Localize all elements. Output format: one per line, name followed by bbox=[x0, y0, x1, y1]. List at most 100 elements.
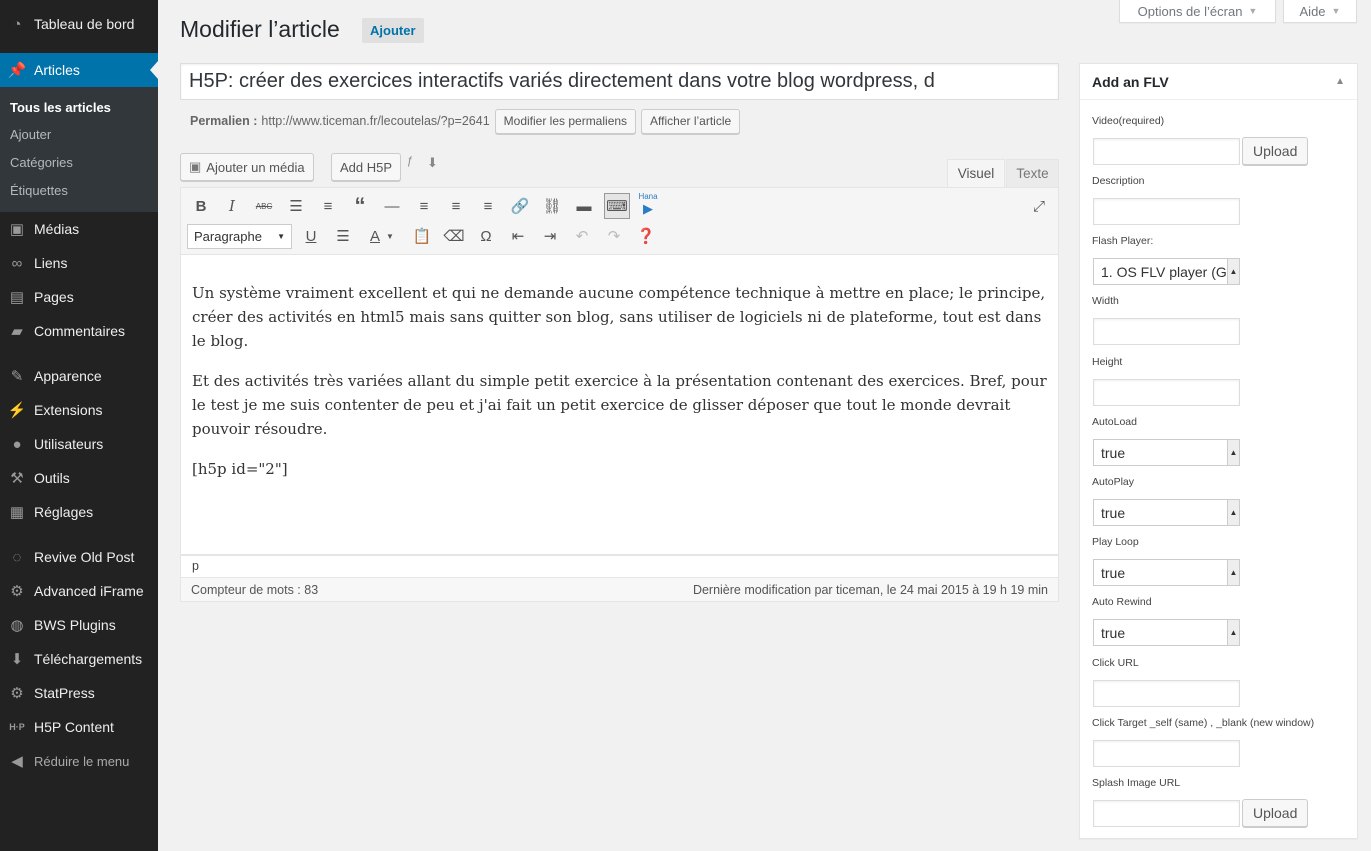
menu-item-pages[interactable]: ▤ Pages bbox=[0, 280, 158, 314]
numbered-list-icon[interactable]: ≡ bbox=[316, 194, 340, 218]
submenu-categories[interactable]: Catégories bbox=[10, 155, 73, 170]
arrow-down-icon[interactable]: ⬇ bbox=[427, 155, 438, 171]
permalink-row: Permalien : http://www.ticeman.fr/lecout… bbox=[190, 108, 741, 134]
bold-icon[interactable]: B bbox=[189, 194, 213, 218]
view-post-button[interactable]: Afficher l’article bbox=[641, 108, 741, 134]
autorewind-select[interactable]: true ▲ bbox=[1093, 619, 1240, 646]
download-icon: ⬇ bbox=[10, 651, 24, 668]
menu-item-bws-plugins[interactable]: ◍ BWS Plugins bbox=[0, 608, 158, 642]
menu-item-links[interactable]: ∞ Liens bbox=[0, 246, 158, 280]
add-media-button[interactable]: ▣ Ajouter un média bbox=[180, 153, 314, 181]
collapse-icon: ◀ bbox=[11, 753, 23, 770]
tab-visual[interactable]: Visuel bbox=[947, 159, 1005, 187]
undo-icon[interactable]: ↶ bbox=[570, 224, 594, 248]
screen-options-label: Options de l’écran bbox=[1137, 3, 1243, 19]
bullet-list-icon[interactable]: ☰ bbox=[284, 194, 308, 218]
video-upload-button[interactable]: Upload bbox=[1242, 137, 1309, 165]
height-input[interactable] bbox=[1093, 379, 1240, 406]
playloop-select[interactable]: true ▲ bbox=[1093, 559, 1240, 586]
menu-item-tools[interactable]: ⚒ Outils bbox=[0, 461, 158, 495]
add-new-button[interactable]: Ajouter bbox=[362, 18, 424, 43]
collapse-menu-button[interactable]: ◀ Réduire le menu bbox=[0, 744, 158, 778]
menu-item-downloads[interactable]: ⬇ Téléchargements bbox=[0, 642, 158, 676]
read-more-icon[interactable]: ▬ bbox=[572, 194, 596, 218]
permalink-url[interactable]: http://www.ticeman.fr/lecoutelas/?p=2641 bbox=[261, 114, 489, 128]
page-title: Modifier l’article bbox=[180, 16, 340, 42]
redo-icon[interactable]: ↷ bbox=[602, 224, 626, 248]
align-center-icon[interactable]: ≡ bbox=[444, 194, 468, 218]
special-character-icon[interactable]: Ω bbox=[474, 224, 498, 248]
menu-item-dashboard[interactable]: ◔ Tableau de bord bbox=[0, 7, 158, 41]
indent-icon[interactable]: ⇥ bbox=[538, 224, 562, 248]
align-right-icon[interactable]: ≡ bbox=[476, 194, 500, 218]
blockquote-icon[interactable]: “ bbox=[348, 193, 372, 218]
tab-text[interactable]: Texte bbox=[1006, 159, 1059, 187]
clear-formatting-icon[interactable]: ⌫ bbox=[442, 224, 466, 248]
collapse-arrow-icon[interactable]: ▲ bbox=[1335, 76, 1345, 87]
flash-player-select[interactable]: 1. OS FLV player (G ▲ bbox=[1093, 258, 1240, 285]
toolbar-toggle-icon[interactable]: ⌨ bbox=[604, 193, 630, 219]
autoplay-select[interactable]: true ▲ bbox=[1093, 499, 1240, 526]
menu-item-h5p-content[interactable]: H·P H5P Content bbox=[0, 710, 158, 744]
menu-item-statpress[interactable]: ⚙ StatPress bbox=[0, 676, 158, 710]
menu-label: Réglages bbox=[34, 504, 94, 520]
menu-item-plugins[interactable]: ⚡ Extensions bbox=[0, 393, 158, 427]
pages-icon: ▤ bbox=[9, 289, 25, 306]
path-element[interactable]: p bbox=[192, 559, 199, 573]
menu-item-revive-old-post[interactable]: ◌ Revive Old Post bbox=[0, 540, 158, 574]
menu-item-appearance[interactable]: ✎ Apparence bbox=[0, 359, 158, 393]
menu-label: BWS Plugins bbox=[34, 617, 116, 633]
hana-flv-icon[interactable]: Hana ▶ bbox=[636, 192, 660, 216]
flash-icon[interactable]: ƒ bbox=[407, 155, 413, 167]
add-h5p-button[interactable]: Add H5P bbox=[331, 153, 402, 181]
autoplay-value: true bbox=[1101, 504, 1126, 521]
submenu-tags[interactable]: Étiquettes bbox=[10, 183, 68, 198]
horizontal-rule-icon[interactable]: — bbox=[380, 194, 404, 218]
paste-text-icon[interactable]: 📋 bbox=[410, 224, 434, 248]
menu-item-advanced-iframe[interactable]: ⚙ Advanced iFrame bbox=[0, 574, 158, 608]
help-label: Aide bbox=[1299, 3, 1326, 19]
last-modified: Dernière modification par ticeman, le 24… bbox=[692, 582, 1048, 597]
align-left-icon[interactable]: ≡ bbox=[412, 194, 436, 218]
help-icon[interactable]: ❓ bbox=[634, 224, 658, 248]
playloop-label: Play Loop bbox=[1092, 536, 1139, 548]
submenu-add[interactable]: Ajouter bbox=[10, 127, 51, 142]
flv-header[interactable]: Add an FLV ▲ bbox=[1080, 64, 1357, 100]
description-label: Description bbox=[1092, 175, 1145, 187]
fullscreen-icon[interactable]: ⤢ bbox=[1027, 194, 1051, 218]
click-url-input[interactable] bbox=[1093, 680, 1240, 707]
splash-upload-button[interactable]: Upload bbox=[1242, 799, 1309, 827]
italic-icon[interactable]: I bbox=[220, 194, 244, 218]
justify-icon[interactable]: ☰ bbox=[331, 224, 355, 248]
outdent-icon[interactable]: ⇤ bbox=[506, 224, 530, 248]
menu-item-articles[interactable]: 📌 Articles bbox=[0, 53, 158, 87]
autoload-select[interactable]: true ▲ bbox=[1093, 439, 1240, 466]
video-input[interactable] bbox=[1093, 138, 1240, 165]
menu-item-comments[interactable]: ▰ Commentaires bbox=[0, 314, 158, 348]
chevron-down-icon[interactable]: ▼ bbox=[384, 224, 396, 248]
description-input[interactable] bbox=[1093, 198, 1240, 225]
settings-icon: ▦ bbox=[9, 504, 25, 521]
width-label: Width bbox=[1092, 295, 1119, 307]
editor-content[interactable]: Un système vraiment excellent et qui ne … bbox=[180, 255, 1059, 555]
height-label: Height bbox=[1092, 356, 1123, 368]
strikethrough-icon[interactable]: ABC bbox=[252, 194, 276, 218]
screen-options-tab[interactable]: Options de l’écran ▼ bbox=[1119, 0, 1276, 23]
click-target-input[interactable] bbox=[1093, 740, 1240, 767]
format-select[interactable]: Paragraphe ▼ bbox=[187, 224, 292, 249]
edit-permalinks-button[interactable]: Modifier les permaliens bbox=[494, 108, 637, 134]
unlink-icon[interactable]: ⛓ bbox=[540, 194, 564, 218]
menu-item-users[interactable]: ● Utilisateurs bbox=[0, 427, 158, 461]
menu-label: Revive Old Post bbox=[34, 549, 135, 565]
post-title-input[interactable]: H5P: créer des exercices interactifs var… bbox=[180, 63, 1059, 100]
permalink-label: Permalien : bbox=[190, 114, 258, 128]
submenu-all-articles[interactable]: Tous les articles bbox=[10, 100, 111, 115]
splash-image-input[interactable] bbox=[1093, 800, 1240, 827]
width-input[interactable] bbox=[1093, 318, 1240, 345]
help-tab[interactable]: Aide ▼ bbox=[1283, 0, 1357, 23]
menu-item-settings[interactable]: ▦ Réglages bbox=[0, 495, 158, 529]
underline-icon[interactable]: U bbox=[299, 224, 323, 248]
link-icon[interactable]: 🔗 bbox=[508, 194, 532, 218]
menu-item-media[interactable]: ▣ Médias bbox=[0, 212, 158, 246]
video-label: Video(required) bbox=[1092, 115, 1165, 127]
